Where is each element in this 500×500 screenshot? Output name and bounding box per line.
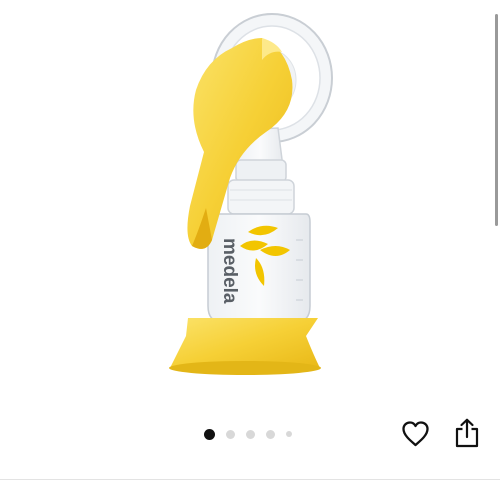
bottom-divider xyxy=(0,479,500,480)
share-button[interactable] xyxy=(454,418,480,448)
favorite-button[interactable] xyxy=(401,420,430,448)
brand-logo-text: medela xyxy=(219,238,240,304)
scrollbar-thumb[interactable] xyxy=(495,14,498,226)
pagination-dot-1[interactable] xyxy=(204,428,215,440)
share-icon xyxy=(455,418,479,448)
heart-icon xyxy=(402,421,429,447)
pagination-dot-4[interactable] xyxy=(266,429,275,439)
pagination-dot-5[interactable] xyxy=(286,431,292,437)
image-pagination[interactable] xyxy=(204,428,292,440)
pagination-dot-2[interactable] xyxy=(226,429,235,439)
pagination-dot-3[interactable] xyxy=(246,429,255,439)
product-image[interactable]: medela xyxy=(0,0,500,400)
bottle-stand xyxy=(169,318,321,375)
